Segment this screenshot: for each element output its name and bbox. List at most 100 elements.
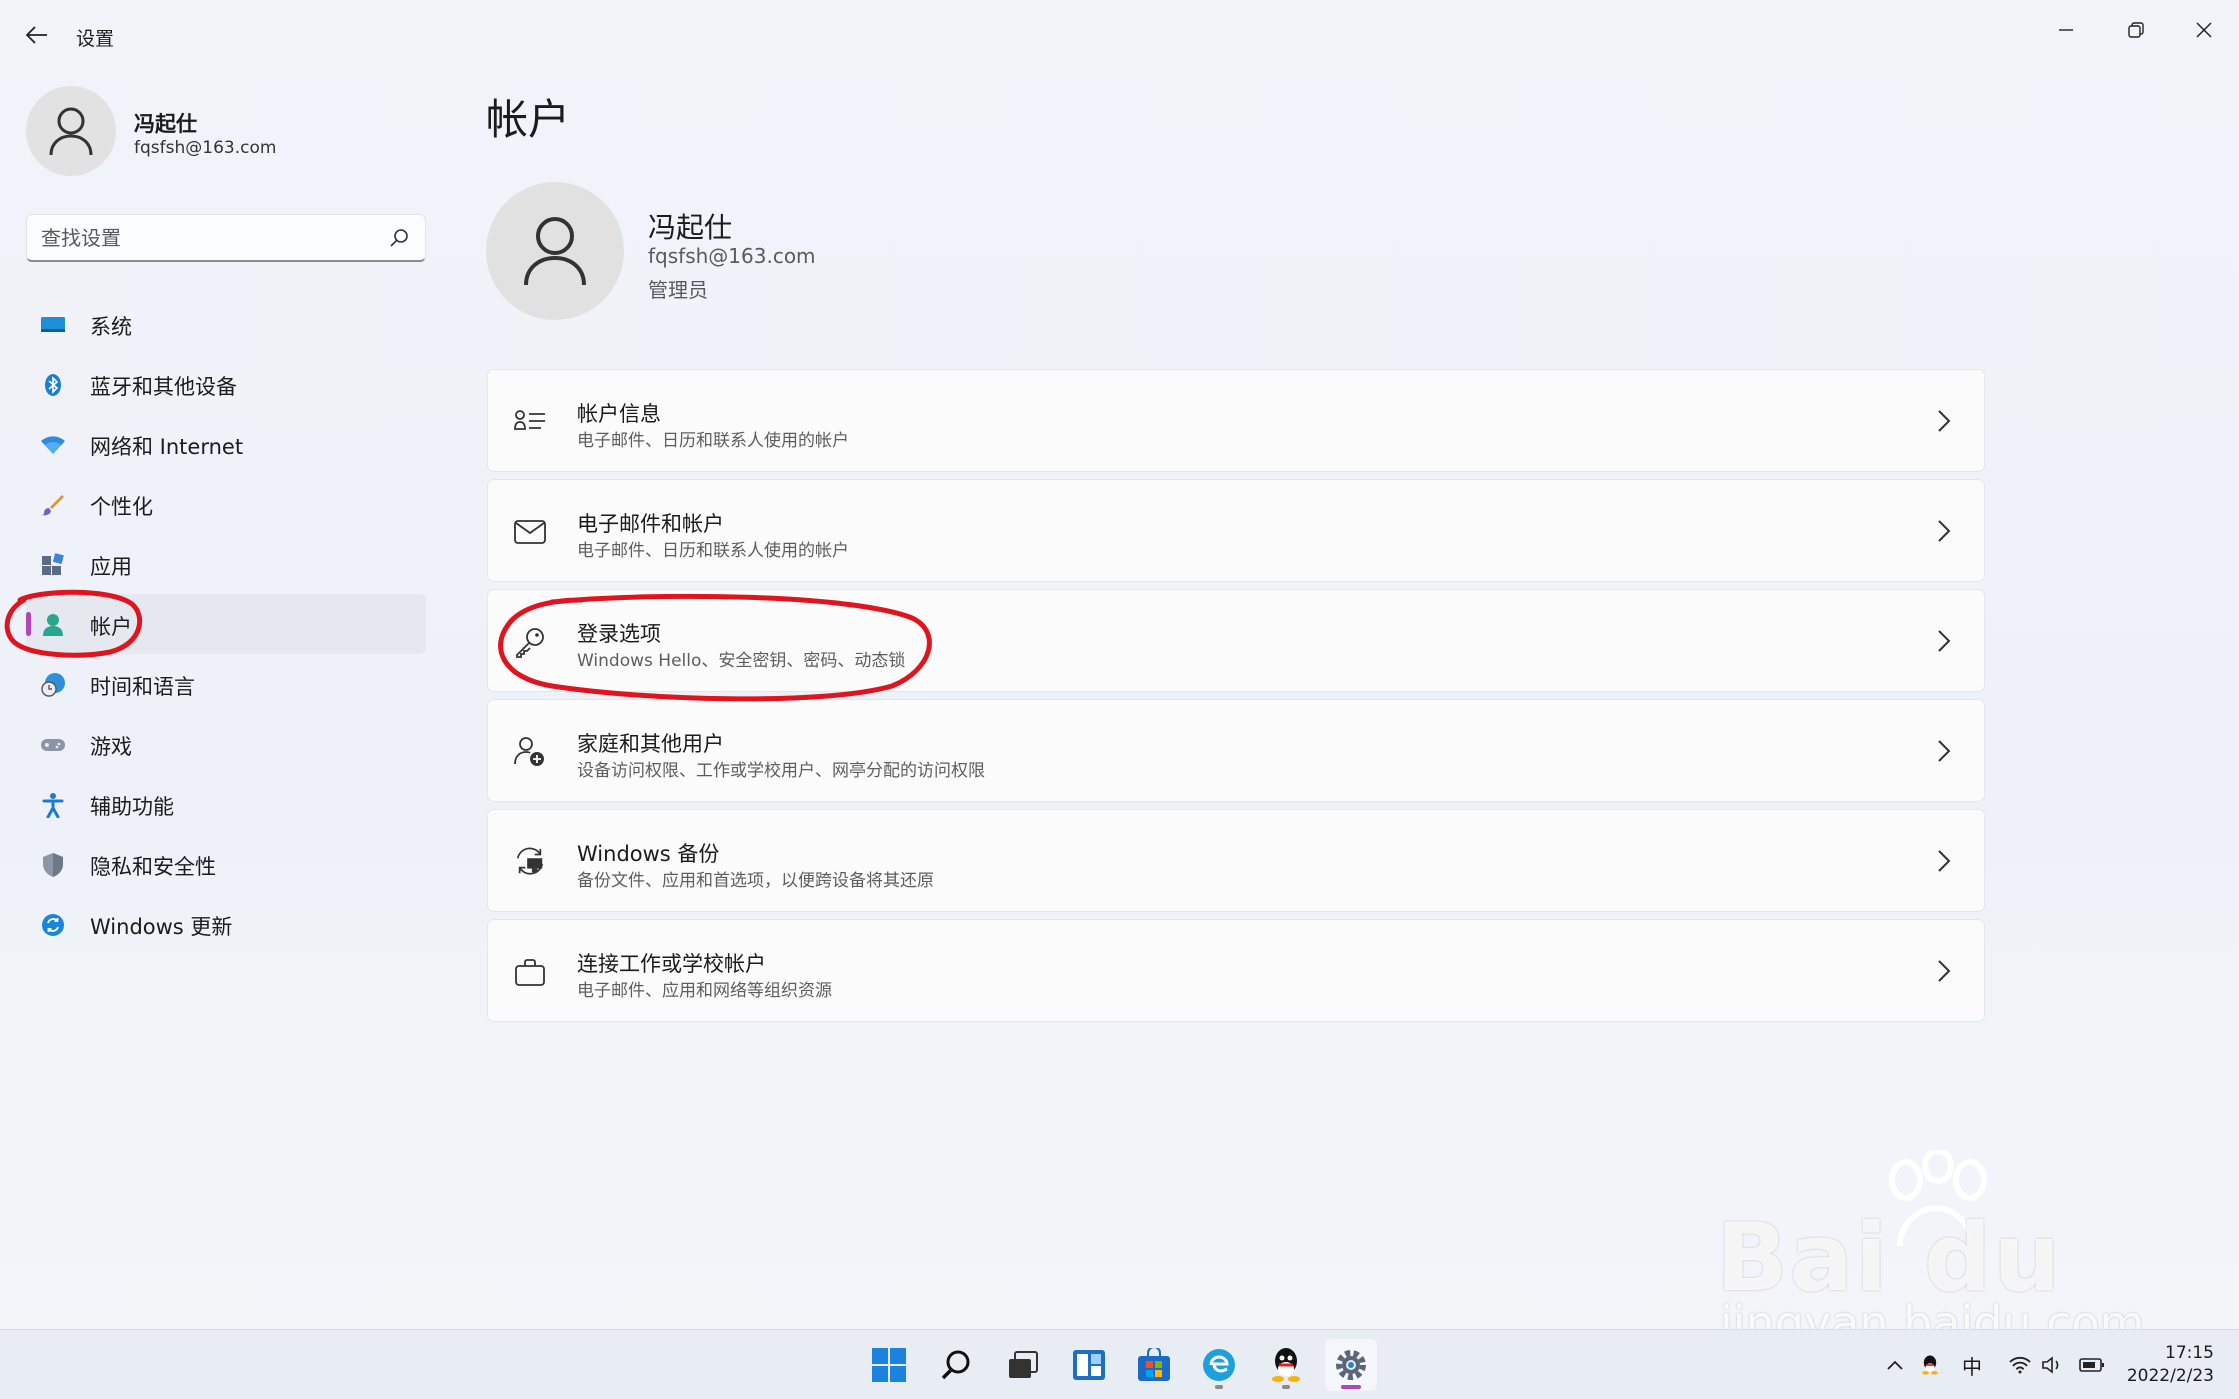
chevron-right-icon xyxy=(1938,850,1951,872)
active-app-indicator xyxy=(1341,1385,1361,1389)
profile-name: 冯起仕 xyxy=(648,211,733,244)
chevron-right-icon xyxy=(1938,410,1951,432)
search-icon[interactable] xyxy=(389,228,409,248)
taskbar-clock[interactable]: 17:15 2022/2/23 xyxy=(2126,1342,2214,1388)
profile-role: 管理员 xyxy=(648,278,708,302)
card-title: 连接工作或学校帐户 xyxy=(577,952,766,976)
sidebar-item-bluetooth[interactable]: 蓝牙和其他设备 xyxy=(26,354,426,414)
card-family-users[interactable]: 家庭和其他用户 设备访问权限、工作或学校用户、网亭分配的访问权限 xyxy=(487,699,1985,802)
brush-icon xyxy=(40,492,66,518)
qq-icon xyxy=(1272,1348,1300,1382)
running-indicator xyxy=(1282,1385,1290,1389)
task-view-icon xyxy=(1009,1351,1038,1378)
back-button[interactable] xyxy=(22,20,52,50)
key-icon xyxy=(514,626,546,658)
sidebar-item-time-language[interactable]: 时间和语言 xyxy=(26,654,426,714)
card-title: 帐户信息 xyxy=(577,402,661,426)
sidebar-item-network[interactable]: 网络和 Internet xyxy=(26,414,426,474)
sidebar-item-windows-update[interactable]: Windows 更新 xyxy=(26,894,426,954)
card-subtitle: 电子邮件、日历和联系人使用的帐户 xyxy=(577,541,849,561)
sidebar-item-personalization[interactable]: 个性化 xyxy=(26,474,426,534)
accessibility-icon xyxy=(40,792,66,818)
taskbar-settings[interactable] xyxy=(1325,1339,1377,1391)
sidebar-user-card[interactable]: 冯起仕 fqsfsh@163.com xyxy=(26,86,426,178)
family-icon xyxy=(514,736,546,768)
sidebar-item-label: 辅助功能 xyxy=(90,795,174,819)
monitor-icon xyxy=(40,312,66,338)
sidebar-user-name: 冯起仕 xyxy=(134,112,197,136)
sidebar-item-label: 系统 xyxy=(90,315,132,339)
tray-volume[interactable] xyxy=(2040,1352,2064,1378)
avatar xyxy=(486,182,624,320)
card-email-accounts[interactable]: 电子邮件和帐户 电子邮件、日历和联系人使用的帐户 xyxy=(487,479,1985,582)
card-work-school-account[interactable]: 连接工作或学校帐户 电子邮件、应用和网络等组织资源 xyxy=(487,919,1985,1022)
person-icon xyxy=(40,612,66,638)
start-icon xyxy=(872,1348,906,1382)
update-icon xyxy=(40,912,66,938)
sidebar-item-accessibility[interactable]: 辅助功能 xyxy=(26,774,426,834)
sidebar-item-apps[interactable]: 应用 xyxy=(26,534,426,594)
tray-network[interactable] xyxy=(2008,1352,2032,1378)
taskbar-task-view[interactable] xyxy=(997,1339,1049,1391)
clock-date: 2022/2/23 xyxy=(2126,1366,2214,1386)
person-avatar-icon xyxy=(524,217,586,286)
tray-battery[interactable] xyxy=(2078,1352,2106,1378)
card-windows-backup[interactable]: Windows 备份 备份文件、应用和首选项，以便跨设备将其还原 xyxy=(487,809,1985,912)
sidebar-item-accounts[interactable]: 帐户 xyxy=(26,594,426,654)
minimize-button[interactable] xyxy=(2042,10,2090,50)
sidebar-item-label: 时间和语言 xyxy=(90,675,195,699)
card-sign-in-options[interactable]: 登录选项 Windows Hello、安全密钥、密码、动态锁 xyxy=(487,589,1985,692)
sidebar-item-label: 帐户 xyxy=(90,615,132,639)
wifi-icon xyxy=(2009,1356,2031,1374)
card-subtitle: 设备访问权限、工作或学校用户、网亭分配的访问权限 xyxy=(577,761,985,781)
chevron-right-icon xyxy=(1938,960,1951,982)
restore-icon xyxy=(2128,22,2144,38)
sidebar-item-label: Windows 更新 xyxy=(90,915,233,939)
apps-icon xyxy=(40,552,66,578)
card-subtitle: 电子邮件、应用和网络等组织资源 xyxy=(577,981,832,1001)
card-title: 家庭和其他用户 xyxy=(577,732,724,756)
baidu-watermark: Bai du 经验 jingyan.baidu.com xyxy=(1716,1150,2145,1399)
settings-window: 设置 冯起仕 fqsfsh@163.com 系统 蓝牙和其他设备 xyxy=(0,0,2239,1399)
sidebar-item-label: 网络和 Internet xyxy=(90,435,244,459)
sidebar-item-label: 隐私和安全性 xyxy=(90,855,216,879)
close-button[interactable] xyxy=(2180,10,2228,50)
taskbar-search[interactable] xyxy=(930,1339,982,1391)
card-account-info[interactable]: 帐户信息 电子邮件、日历和联系人使用的帐户 xyxy=(487,369,1985,472)
taskbar-store[interactable] xyxy=(1128,1339,1180,1391)
minimize-icon xyxy=(2059,29,2073,31)
settings-card-list: 帐户信息 电子邮件、日历和联系人使用的帐户 电子邮件和帐户 电子邮件、日历和联系… xyxy=(487,369,1985,1029)
taskbar-widgets[interactable] xyxy=(1063,1339,1115,1391)
title-bar: 设置 xyxy=(0,0,2239,72)
briefcase-icon xyxy=(514,956,546,988)
restore-button[interactable] xyxy=(2112,10,2160,50)
gamepad-icon xyxy=(40,732,66,758)
bluetooth-icon xyxy=(40,372,66,398)
sidebar-item-label: 个性化 xyxy=(90,495,153,519)
sidebar-nav: 系统 蓝牙和其他设备 网络和 Internet 个性化 应用 帐户 时间和语言 xyxy=(26,294,426,954)
profile-email: fqsfsh@163.com xyxy=(648,244,816,268)
shield-icon xyxy=(40,852,66,878)
sidebar-user-email: fqsfsh@163.com xyxy=(134,138,277,158)
store-icon xyxy=(1138,1348,1170,1381)
tray-qq[interactable] xyxy=(1918,1352,1942,1378)
sidebar-item-gaming[interactable]: 游戏 xyxy=(26,714,426,774)
card-title: 登录选项 xyxy=(577,622,661,646)
taskbar-start[interactable] xyxy=(863,1339,915,1391)
search-input[interactable] xyxy=(41,223,371,253)
settings-icon xyxy=(1336,1350,1366,1380)
taskbar-qq[interactable] xyxy=(1260,1339,1312,1391)
tray-ime[interactable]: 中 xyxy=(1958,1352,1986,1379)
avatar xyxy=(26,86,116,176)
chevron-right-icon xyxy=(1938,630,1951,652)
active-indicator xyxy=(26,612,31,636)
chevron-up-icon xyxy=(1887,1360,1903,1370)
taskbar-edge[interactable] xyxy=(1193,1339,1245,1391)
sidebar-item-privacy[interactable]: 隐私和安全性 xyxy=(26,834,426,894)
sidebar-item-label: 游戏 xyxy=(90,735,132,759)
sidebar-item-system[interactable]: 系统 xyxy=(26,294,426,354)
card-subtitle: 备份文件、应用和首选项，以便跨设备将其还原 xyxy=(577,871,934,891)
tray-overflow[interactable] xyxy=(1884,1352,1906,1378)
sidebar-item-label: 蓝牙和其他设备 xyxy=(90,375,237,399)
search-box xyxy=(26,214,426,262)
